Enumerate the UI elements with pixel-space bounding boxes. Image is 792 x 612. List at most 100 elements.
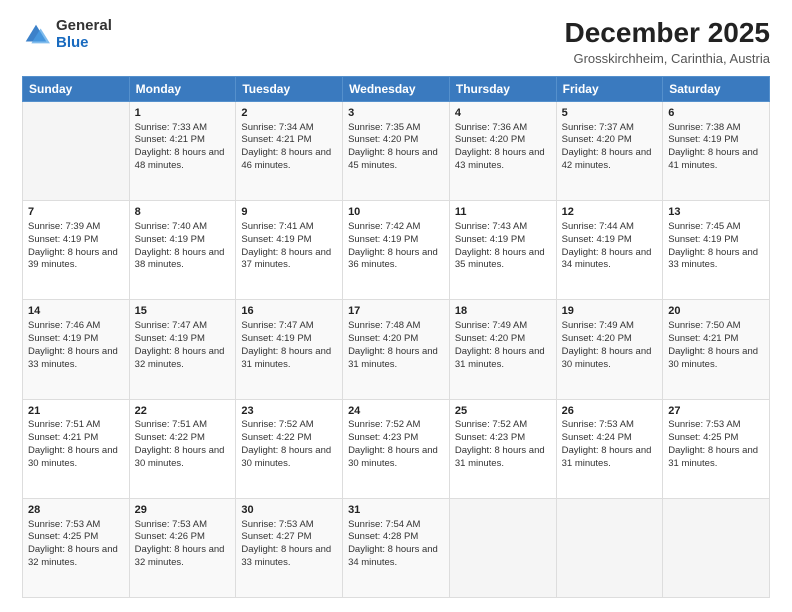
day-number: 30 xyxy=(241,503,337,518)
calendar-cell: 20Sunrise: 7:50 AMSunset: 4:21 PMDayligh… xyxy=(663,300,770,399)
sunrise-text: Sunrise: 7:53 AM xyxy=(135,519,231,532)
daylight-text: Daylight: 8 hours and 34 minutes. xyxy=(562,247,658,273)
calendar-cell: 14Sunrise: 7:46 AMSunset: 4:19 PMDayligh… xyxy=(23,300,130,399)
logo-icon xyxy=(22,21,50,49)
day-number: 19 xyxy=(562,304,658,319)
location: Grosskirchheim, Carinthia, Austria xyxy=(565,51,770,66)
daylight-text: Daylight: 8 hours and 31 minutes. xyxy=(348,346,444,372)
sunrise-text: Sunrise: 7:41 AM xyxy=(241,221,337,234)
calendar-cell: 30Sunrise: 7:53 AMSunset: 4:27 PMDayligh… xyxy=(236,498,343,597)
daylight-text: Daylight: 8 hours and 32 minutes. xyxy=(135,346,231,372)
calendar-cell: 21Sunrise: 7:51 AMSunset: 4:21 PMDayligh… xyxy=(23,399,130,498)
day-number: 29 xyxy=(135,503,231,518)
sunrise-text: Sunrise: 7:54 AM xyxy=(348,519,444,532)
sunrise-text: Sunrise: 7:52 AM xyxy=(348,419,444,432)
logo-general: General xyxy=(56,18,112,35)
sunset-text: Sunset: 4:22 PM xyxy=(241,432,337,445)
logo: General Blue xyxy=(22,18,112,51)
daylight-text: Daylight: 8 hours and 31 minutes. xyxy=(455,346,551,372)
week-row-1: 7Sunrise: 7:39 AMSunset: 4:19 PMDaylight… xyxy=(23,201,770,300)
sunrise-text: Sunrise: 7:48 AM xyxy=(348,320,444,333)
sunset-text: Sunset: 4:22 PM xyxy=(135,432,231,445)
sunrise-text: Sunrise: 7:47 AM xyxy=(135,320,231,333)
daylight-text: Daylight: 8 hours and 46 minutes. xyxy=(241,147,337,173)
sunset-text: Sunset: 4:21 PM xyxy=(135,134,231,147)
daylight-text: Daylight: 8 hours and 38 minutes. xyxy=(135,247,231,273)
sunrise-text: Sunrise: 7:49 AM xyxy=(455,320,551,333)
daylight-text: Daylight: 8 hours and 31 minutes. xyxy=(562,445,658,471)
sunrise-text: Sunrise: 7:50 AM xyxy=(668,320,764,333)
calendar-cell: 7Sunrise: 7:39 AMSunset: 4:19 PMDaylight… xyxy=(23,201,130,300)
daylight-text: Daylight: 8 hours and 30 minutes. xyxy=(562,346,658,372)
sunrise-text: Sunrise: 7:51 AM xyxy=(28,419,124,432)
calendar-cell: 10Sunrise: 7:42 AMSunset: 4:19 PMDayligh… xyxy=(343,201,450,300)
calendar-cell: 22Sunrise: 7:51 AMSunset: 4:22 PMDayligh… xyxy=(129,399,236,498)
sunrise-text: Sunrise: 7:46 AM xyxy=(28,320,124,333)
sunrise-text: Sunrise: 7:36 AM xyxy=(455,122,551,135)
sunset-text: Sunset: 4:28 PM xyxy=(348,531,444,544)
calendar-body: 1Sunrise: 7:33 AMSunset: 4:21 PMDaylight… xyxy=(23,101,770,597)
daylight-text: Daylight: 8 hours and 34 minutes. xyxy=(348,544,444,570)
day-number: 14 xyxy=(28,304,124,319)
day-number: 31 xyxy=(348,503,444,518)
calendar-cell: 1Sunrise: 7:33 AMSunset: 4:21 PMDaylight… xyxy=(129,101,236,200)
day-number: 11 xyxy=(455,205,551,220)
daylight-text: Daylight: 8 hours and 31 minutes. xyxy=(241,346,337,372)
day-number: 22 xyxy=(135,404,231,419)
calendar-cell: 31Sunrise: 7:54 AMSunset: 4:28 PMDayligh… xyxy=(343,498,450,597)
daylight-text: Daylight: 8 hours and 30 minutes. xyxy=(241,445,337,471)
day-number: 25 xyxy=(455,404,551,419)
sunset-text: Sunset: 4:23 PM xyxy=(348,432,444,445)
calendar-cell: 29Sunrise: 7:53 AMSunset: 4:26 PMDayligh… xyxy=(129,498,236,597)
sunset-text: Sunset: 4:20 PM xyxy=(455,134,551,147)
day-number: 17 xyxy=(348,304,444,319)
daylight-text: Daylight: 8 hours and 48 minutes. xyxy=(135,147,231,173)
daylight-text: Daylight: 8 hours and 42 minutes. xyxy=(562,147,658,173)
calendar-cell: 5Sunrise: 7:37 AMSunset: 4:20 PMDaylight… xyxy=(556,101,663,200)
sunset-text: Sunset: 4:20 PM xyxy=(562,333,658,346)
calendar-cell: 4Sunrise: 7:36 AMSunset: 4:20 PMDaylight… xyxy=(449,101,556,200)
daylight-text: Daylight: 8 hours and 43 minutes. xyxy=(455,147,551,173)
sunrise-text: Sunrise: 7:38 AM xyxy=(668,122,764,135)
calendar-cell: 13Sunrise: 7:45 AMSunset: 4:19 PMDayligh… xyxy=(663,201,770,300)
day-number: 8 xyxy=(135,205,231,220)
sunrise-text: Sunrise: 7:42 AM xyxy=(348,221,444,234)
calendar-cell xyxy=(556,498,663,597)
sunset-text: Sunset: 4:19 PM xyxy=(348,234,444,247)
day-number: 20 xyxy=(668,304,764,319)
calendar-cell: 16Sunrise: 7:47 AMSunset: 4:19 PMDayligh… xyxy=(236,300,343,399)
day-number: 16 xyxy=(241,304,337,319)
header: General Blue December 2025 Grosskirchhei… xyxy=(22,18,770,66)
sunrise-text: Sunrise: 7:37 AM xyxy=(562,122,658,135)
daylight-text: Daylight: 8 hours and 33 minutes. xyxy=(668,247,764,273)
sunrise-text: Sunrise: 7:47 AM xyxy=(241,320,337,333)
calendar-cell: 9Sunrise: 7:41 AMSunset: 4:19 PMDaylight… xyxy=(236,201,343,300)
daylight-text: Daylight: 8 hours and 30 minutes. xyxy=(348,445,444,471)
sunset-text: Sunset: 4:26 PM xyxy=(135,531,231,544)
day-number: 28 xyxy=(28,503,124,518)
title-block: December 2025 Grosskirchheim, Carinthia,… xyxy=(565,18,770,66)
calendar-cell: 8Sunrise: 7:40 AMSunset: 4:19 PMDaylight… xyxy=(129,201,236,300)
day-number: 27 xyxy=(668,404,764,419)
calendar-cell xyxy=(449,498,556,597)
calendar-cell: 28Sunrise: 7:53 AMSunset: 4:25 PMDayligh… xyxy=(23,498,130,597)
calendar-cell: 15Sunrise: 7:47 AMSunset: 4:19 PMDayligh… xyxy=(129,300,236,399)
sunset-text: Sunset: 4:19 PM xyxy=(241,234,337,247)
calendar-cell: 3Sunrise: 7:35 AMSunset: 4:20 PMDaylight… xyxy=(343,101,450,200)
calendar-header: SundayMondayTuesdayWednesdayThursdayFrid… xyxy=(23,76,770,101)
sunrise-text: Sunrise: 7:49 AM xyxy=(562,320,658,333)
sunrise-text: Sunrise: 7:45 AM xyxy=(668,221,764,234)
calendar-table: SundayMondayTuesdayWednesdayThursdayFrid… xyxy=(22,76,770,598)
daylight-text: Daylight: 8 hours and 31 minutes. xyxy=(455,445,551,471)
sunset-text: Sunset: 4:20 PM xyxy=(348,333,444,346)
sunrise-text: Sunrise: 7:35 AM xyxy=(348,122,444,135)
sunset-text: Sunset: 4:20 PM xyxy=(562,134,658,147)
sunrise-text: Sunrise: 7:43 AM xyxy=(455,221,551,234)
calendar-cell xyxy=(663,498,770,597)
sunrise-text: Sunrise: 7:44 AM xyxy=(562,221,658,234)
sunset-text: Sunset: 4:19 PM xyxy=(241,333,337,346)
daylight-text: Daylight: 8 hours and 45 minutes. xyxy=(348,147,444,173)
calendar-cell: 26Sunrise: 7:53 AMSunset: 4:24 PMDayligh… xyxy=(556,399,663,498)
sunrise-text: Sunrise: 7:34 AM xyxy=(241,122,337,135)
week-row-3: 21Sunrise: 7:51 AMSunset: 4:21 PMDayligh… xyxy=(23,399,770,498)
